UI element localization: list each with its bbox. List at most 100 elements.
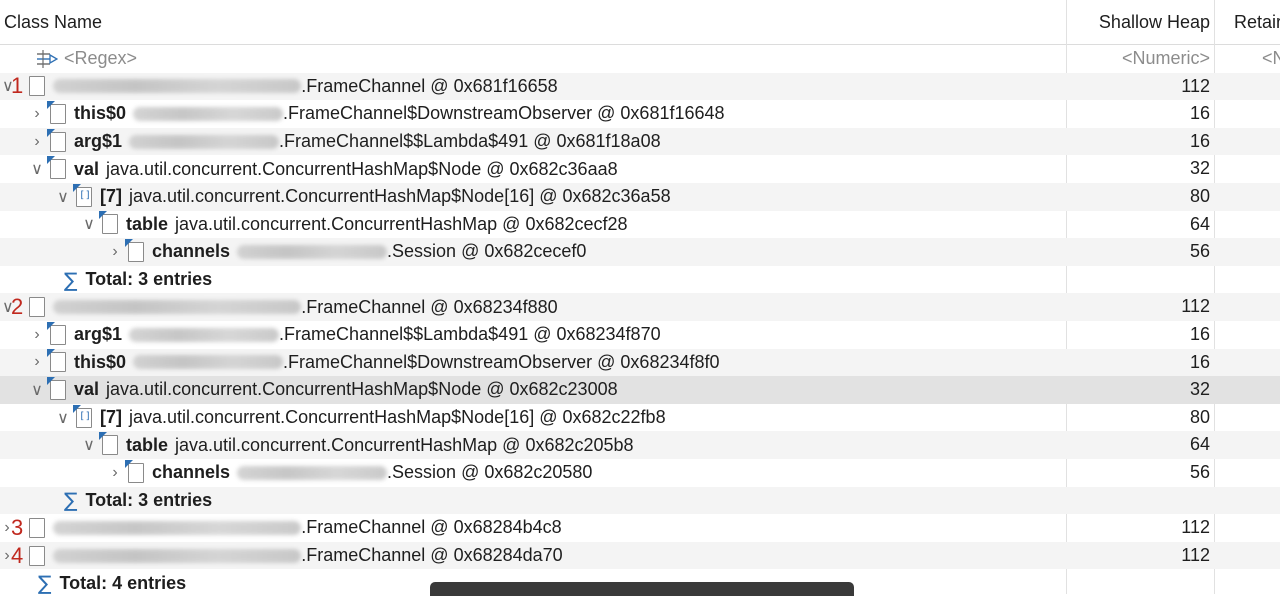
chevron-down-icon[interactable]: ∨ (56, 408, 70, 428)
table-header: Class Name Shallow Heap Retair (0, 0, 1280, 45)
table-row[interactable]: › channels .Session @ 0x682c20580 56 (0, 459, 1280, 487)
class-name-filter-input[interactable]: <Regex> (64, 45, 137, 73)
class-name-cell: › channels .Session @ 0x682c20580 (0, 459, 1174, 487)
class-name-cell: ∨ [7] java.util.concurrent.ConcurrentHashM… (0, 183, 1122, 211)
shallow-heap-cell: 80 (1189, 185, 1210, 206)
class-name-cell: ∨ 1 .FrameChannel @ 0x681f16658 (0, 73, 1068, 101)
sum-icon: ∑ (64, 488, 78, 513)
field-name: val (74, 158, 100, 179)
array-object-icon (73, 183, 92, 207)
object-class-label: java.util.concurrent.ConcurrentHashMap$N… (129, 186, 671, 207)
chevron-right-icon[interactable]: › (30, 105, 44, 123)
column-header-shallow-heap[interactable]: Shallow Heap (1068, 0, 1214, 44)
table-row[interactable]: ∑ Total: 3 entries (0, 266, 1280, 294)
retained-heap-cell (1216, 459, 1280, 487)
reference-object-icon (47, 100, 66, 124)
object-icon (29, 76, 46, 97)
field-name: channels (152, 462, 231, 483)
reference-object-icon (125, 238, 144, 262)
shallow-heap-filter-input[interactable]: <Numeric> (1068, 45, 1214, 73)
table-row[interactable]: ∨ val java.util.concurrent.ConcurrentHashM… (0, 155, 1280, 183)
class-name-cell: ∨ [7] java.util.concurrent.ConcurrentHashM… (0, 404, 1122, 432)
retained-heap-cell (1216, 211, 1280, 239)
retained-heap-cell (1216, 266, 1280, 294)
chevron-right-icon[interactable]: › (30, 326, 44, 344)
filter-row: <Regex> <Numeric> <N (0, 45, 1280, 73)
table-row[interactable]: ∨ table java.util.concurrent.ConcurrentHas… (0, 211, 1280, 239)
shallow-heap-cell: 16 (1189, 130, 1210, 151)
chevron-down-icon[interactable]: ∨ (30, 380, 44, 400)
table-row[interactable]: ∨ 2 .FrameChannel @ 0x68234f880 112 (0, 293, 1280, 321)
redacted-package-name (53, 79, 302, 94)
chevron-down-icon[interactable]: ∨ (82, 435, 96, 455)
redacted-package-name (129, 134, 280, 149)
retained-heap-cell (1216, 155, 1280, 183)
redacted-package-name (53, 300, 302, 315)
shallow-heap-cell (1068, 569, 1214, 597)
redacted-package-name (53, 548, 302, 563)
class-name-cell: › 4 .FrameChannel @ 0x68284da70 (0, 542, 1068, 570)
shallow-heap-cell: 32 (1189, 158, 1210, 179)
shallow-heap-cell (1068, 266, 1214, 294)
chevron-down-icon[interactable]: ∨ (56, 187, 70, 207)
table-row[interactable]: › channels .Session @ 0x682cecef0 56 (0, 238, 1280, 266)
column-header-class-name[interactable]: Class Name (4, 0, 1064, 44)
chevron-right-icon[interactable]: › (108, 464, 122, 482)
retained-heap-cell (1216, 73, 1280, 101)
class-name-cell: › 3 .FrameChannel @ 0x68284b4c8 (0, 514, 1068, 542)
chevron-right-icon[interactable]: › (30, 353, 44, 371)
reference-object-icon (125, 459, 144, 483)
reference-object-icon (47, 321, 66, 345)
shallow-heap-cell: 64 (1189, 213, 1210, 234)
table-row[interactable]: ∨ val java.util.concurrent.ConcurrentHashM… (0, 376, 1280, 404)
class-name-cell: ∨ table java.util.concurrent.ConcurrentHas… (0, 211, 1148, 239)
retained-heap-cell (1216, 349, 1280, 377)
column-header-retained-heap[interactable]: Retair (1216, 0, 1280, 44)
object-class-label: java.util.concurrent.ConcurrentHashMap @… (175, 434, 634, 455)
total-entries-label: Total: 4 entries (59, 572, 187, 593)
object-class-label: .FrameChannel$DownstreamObserver @ 0x681… (283, 103, 725, 124)
table-row[interactable]: ∨ 1 .FrameChannel @ 0x681f16658 112 (0, 72, 1280, 101)
table-row[interactable]: › arg$1 .FrameChannel$$Lambda$491 @ 0x681f… (0, 127, 1280, 156)
table-row[interactable]: › this$0 .FrameChannel$DownstreamObserver … (0, 100, 1280, 128)
chevron-right-icon[interactable]: › (30, 133, 44, 151)
sum-icon: ∑ (38, 571, 52, 596)
table-row[interactable]: › this$0 .FrameChannel$DownstreamObserver … (0, 348, 1280, 377)
object-class-label: .FrameChannel$DownstreamObserver @ 0x682… (283, 351, 720, 372)
table-row[interactable]: ∑ Total: 3 entries (0, 486, 1280, 515)
field-name: arg$1 (74, 324, 123, 345)
shallow-heap-cell (1068, 487, 1214, 515)
class-name-cell: ∨ val java.util.concurrent.ConcurrentHashM… (0, 155, 1096, 183)
table-row[interactable]: › arg$1 .FrameChannel$$Lambda$491 @ 0x6823… (0, 321, 1280, 349)
reference-object-icon (47, 128, 66, 152)
field-name: [7] (100, 186, 122, 207)
retained-heap-cell (1216, 569, 1280, 597)
table-row[interactable]: ∨ [7] java.util.concurrent.ConcurrentHashM… (0, 182, 1280, 211)
filter-icon (37, 50, 58, 68)
field-name: val (74, 379, 100, 400)
shallow-heap-cell: 32 (1189, 379, 1210, 400)
object-class-label: .FrameChannel @ 0x68284da70 (301, 545, 563, 566)
retained-heap-filter-input[interactable]: <N (1262, 45, 1280, 73)
table-row[interactable]: › 4 .FrameChannel @ 0x68284da70 112 (0, 541, 1280, 570)
object-icon (29, 545, 46, 566)
retained-heap-cell (1216, 487, 1280, 515)
table-row[interactable]: ∨ table java.util.concurrent.ConcurrentHas… (0, 431, 1280, 459)
chevron-right-icon[interactable]: › (108, 243, 122, 261)
chevron-down-icon[interactable]: ∨ (30, 159, 44, 179)
class-name-cell: › arg$1 .FrameChannel$$Lambda$491 @ 0x681f… (0, 128, 1096, 156)
object-class-label: .Session @ 0x682c20580 (387, 462, 593, 483)
chevron-down-icon[interactable]: ∨ (82, 214, 96, 234)
object-icon (29, 297, 46, 318)
retained-heap-cell (1216, 542, 1280, 570)
shallow-heap-cell: 56 (1189, 241, 1210, 262)
shallow-heap-cell: 112 (1181, 75, 1210, 96)
object-class-label: java.util.concurrent.ConcurrentHashMap$N… (129, 407, 666, 428)
reference-object-icon (99, 211, 118, 235)
field-name: table (126, 434, 169, 455)
table-row[interactable]: › 3 .FrameChannel @ 0x68284b4c8 112 (0, 514, 1280, 542)
table-row[interactable]: ∨ [7] java.util.concurrent.ConcurrentHashM… (0, 404, 1280, 432)
reference-object-icon (47, 376, 66, 400)
retained-heap-cell (1216, 321, 1280, 349)
retained-heap-cell (1216, 404, 1280, 432)
